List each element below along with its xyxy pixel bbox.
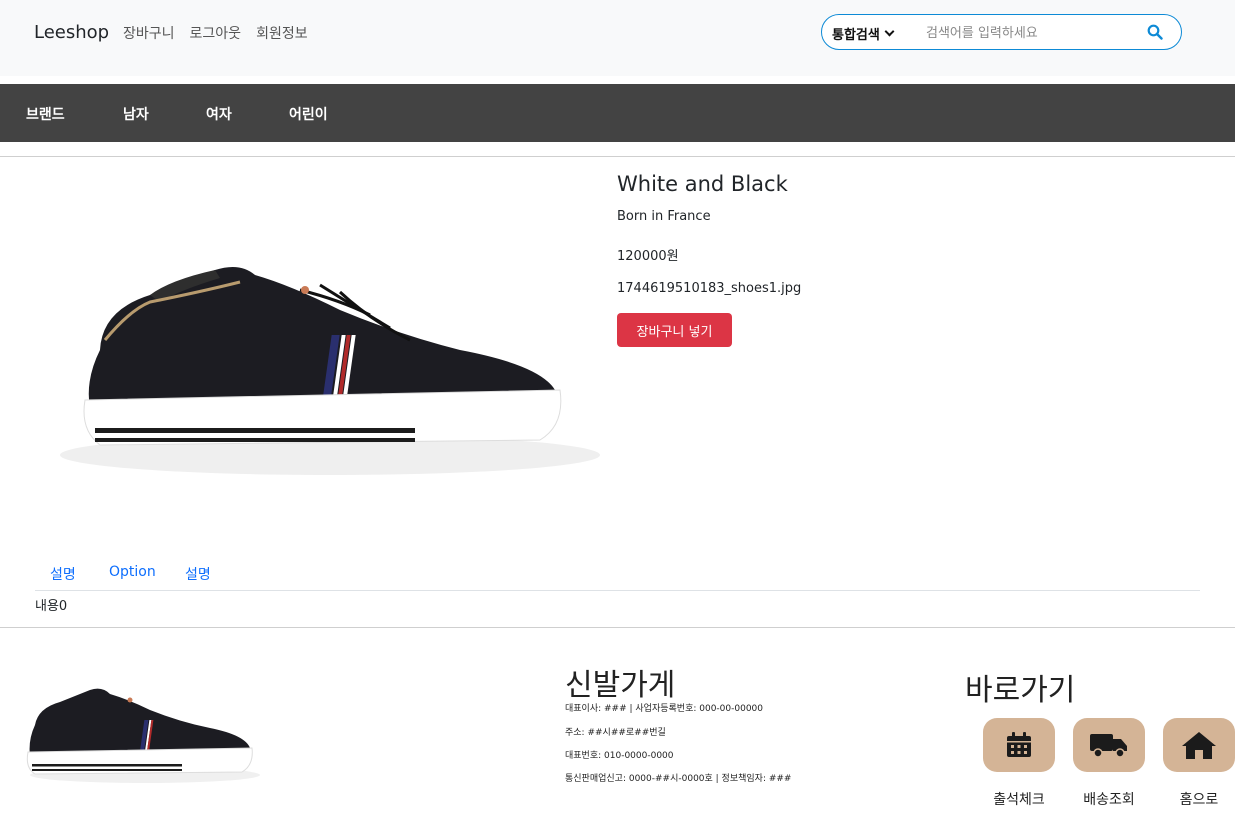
- tab-option[interactable]: Option: [109, 564, 156, 580]
- add-to-cart-button[interactable]: 장바구니 넣기: [617, 313, 732, 347]
- tab-description[interactable]: 설명: [50, 564, 76, 584]
- top-header: Leeshop 장바구니 로그아웃 회원정보 통합검색: [0, 0, 1235, 76]
- top-nav: 장바구니 로그아웃 회원정보: [123, 23, 308, 43]
- tab-content: 내용0: [35, 599, 68, 614]
- home-label: 홈으로: [1179, 792, 1219, 808]
- footer-info-ceo: 대표이사: ### | 사업자등록번호: 000-00-00000: [565, 704, 763, 714]
- quick-links-title: 바로가기: [965, 673, 1076, 708]
- category-women[interactable]: 여자: [206, 104, 232, 124]
- nav-cart-link[interactable]: 장바구니: [123, 23, 175, 43]
- footer-shoe-image: [20, 680, 280, 785]
- brand-link[interactable]: Leeshop: [34, 22, 109, 43]
- search-scope-value: 통합검색: [832, 28, 880, 43]
- nav-logout-link[interactable]: 로그아웃: [190, 23, 242, 43]
- product-image: [40, 240, 610, 490]
- product-title: White and Black: [617, 172, 788, 196]
- product-description: Born in France: [617, 209, 711, 224]
- search-bar: 통합검색: [821, 14, 1182, 50]
- category-brand[interactable]: 브랜드: [26, 104, 65, 124]
- category-bar: 브랜드 남자 여자 어린이: [0, 84, 1235, 142]
- delivery-tracking-label: 배송조회: [1083, 792, 1135, 808]
- chevron-down-icon: [884, 26, 895, 37]
- footer-info-license: 통신판매업신고: 0000-##시-0000호 | 정보책임자: ###: [565, 774, 792, 784]
- home-icon: [1182, 732, 1216, 759]
- search-input[interactable]: [926, 23, 1136, 43]
- search-scope-select[interactable]: 통합검색: [832, 24, 895, 43]
- category-men[interactable]: 남자: [123, 104, 149, 124]
- shop-name: 신발가게: [565, 668, 676, 703]
- divider: [0, 156, 1235, 157]
- footer-info-phone: 대표번호: 010-0000-0000: [565, 751, 674, 761]
- delivery-tracking-button[interactable]: [1073, 718, 1145, 772]
- footer-info-address: 주소: ##시##로##번길: [565, 728, 666, 738]
- attendance-label: 출석체크: [993, 792, 1045, 808]
- search-icon[interactable]: [1147, 24, 1163, 40]
- product-filename: 1744619510183_shoes1.jpg: [617, 281, 802, 296]
- attendance-button[interactable]: [983, 718, 1055, 772]
- truck-icon: [1090, 734, 1127, 758]
- nav-member-info-link[interactable]: 회원정보: [256, 23, 308, 43]
- divider: [0, 627, 1235, 628]
- category-kids[interactable]: 어린이: [289, 104, 328, 124]
- product-tabs: 설명 Option 설명: [35, 562, 1200, 591]
- calendar-icon: [1007, 732, 1031, 757]
- home-button[interactable]: [1163, 718, 1235, 772]
- tab-description-2[interactable]: 설명: [185, 564, 211, 584]
- product-price: 120000원: [617, 249, 679, 264]
